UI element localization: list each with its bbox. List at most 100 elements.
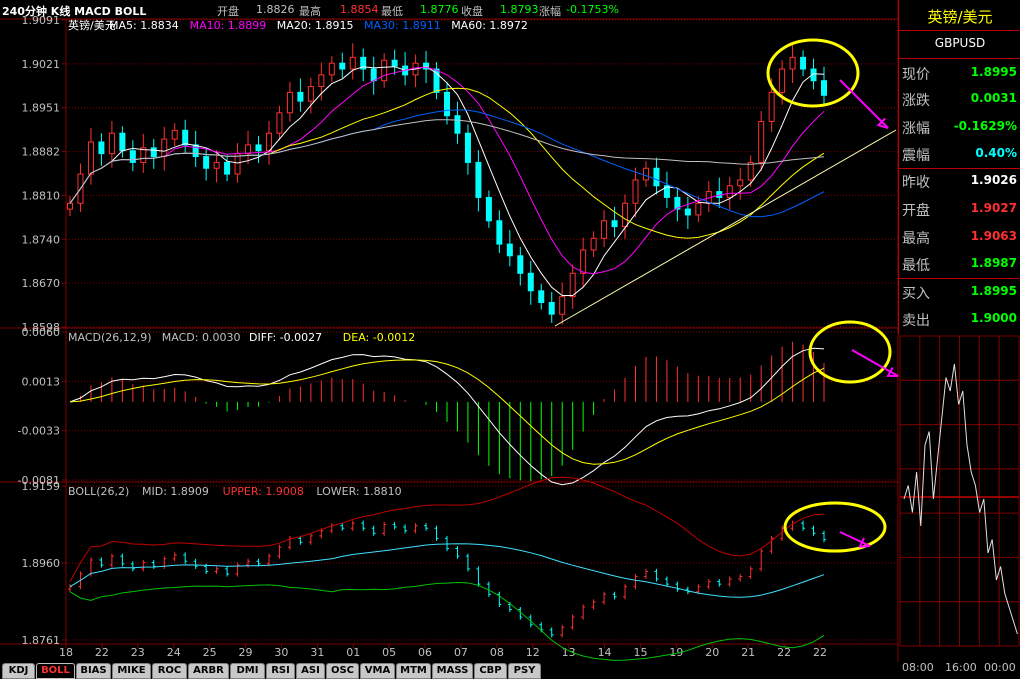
y-tick-label: 1.9021	[22, 58, 61, 71]
quote-label: 开盘	[902, 203, 930, 219]
candle-body	[318, 74, 325, 88]
candle-body	[726, 185, 733, 198]
mini-time-label: 00:00	[984, 661, 1016, 674]
change-label: 涨幅	[539, 5, 561, 18]
candle-body	[464, 132, 471, 163]
y-tick-label: 1.8670	[22, 277, 61, 290]
legend-item: MA10: 1.8899	[190, 19, 267, 32]
tab-arbr[interactable]: ARBR	[188, 663, 229, 679]
legend-item: DEA: -0.0012	[343, 331, 415, 344]
mini-time-label: 08:00	[902, 661, 934, 674]
candle-body	[370, 68, 377, 82]
tab-boll[interactable]: BOLL	[36, 663, 75, 679]
candle-body	[234, 153, 241, 175]
indicator-tabs: KDJ BOLL BIAS MIKE ROC ARBR DMI RSI ASI OSC VMA MTM…	[0, 662, 900, 679]
legend-item: MA60: 1.8972	[451, 19, 528, 32]
candle-body	[747, 161, 754, 181]
tab-asi[interactable]: ASI	[296, 663, 325, 679]
high-value: 1.8854	[340, 3, 379, 16]
tab-mass[interactable]: MASS	[432, 663, 473, 679]
candle-body	[224, 161, 231, 175]
legend-item: BOLL(26,2)	[68, 485, 129, 498]
quote-label: 涨跌	[902, 93, 930, 109]
tab-rsi[interactable]: RSI	[266, 663, 295, 679]
open-value: 1.8826	[256, 3, 295, 16]
tab-bias[interactable]: BIAS	[76, 663, 111, 679]
y-tick-label: 1.8740	[22, 233, 61, 246]
candle-body	[590, 237, 597, 251]
candle-body	[444, 91, 450, 117]
close-value: 1.8793	[500, 3, 539, 16]
candle-body	[150, 147, 157, 158]
candle-body	[768, 91, 775, 123]
legend-item: UPPER: 1.9008	[223, 485, 304, 498]
tab-dmi[interactable]: DMI	[230, 663, 265, 679]
candle-body	[538, 290, 545, 303]
quote-row: 卖出 1.9000	[899, 306, 1020, 332]
y-tick-label: 0.0013	[22, 375, 61, 388]
tab-mike[interactable]: MIKE	[112, 663, 151, 679]
legend-item: MA30: 1.8911	[364, 19, 441, 32]
candle-body	[506, 243, 513, 257]
tab-cbp[interactable]: CBP	[474, 663, 507, 679]
candle-body	[517, 255, 524, 274]
candle-body	[632, 179, 639, 204]
quote-row: 开盘 1.9027	[899, 196, 1020, 222]
candle-body	[255, 144, 262, 152]
chart-canvas: 1.90911.90211.89511.88821.88101.87401.86…	[0, 0, 1020, 674]
quote-label: 涨幅	[902, 121, 930, 137]
candle-body	[642, 167, 649, 181]
candle-body	[161, 138, 168, 158]
candle-body	[108, 132, 115, 155]
y-tick-label: 1.8761	[22, 634, 61, 647]
tab-kdj[interactable]: KDJ	[2, 663, 35, 679]
candle-body	[580, 249, 587, 274]
boll-mid-line	[69, 543, 825, 598]
candle-body	[245, 144, 252, 155]
quote-row: 买入 1.8995	[899, 279, 1020, 305]
quote-row: 最高 1.9063	[899, 224, 1020, 250]
quote-value: 1.8995	[970, 284, 1017, 298]
legend-item: LOWER: 1.8810	[316, 485, 401, 498]
candle-body	[821, 80, 827, 96]
candle-body	[737, 179, 744, 187]
low-label: 最低	[381, 5, 403, 18]
candle-body	[779, 68, 786, 93]
candle-body	[611, 220, 618, 228]
quote-label: 买入	[902, 286, 930, 302]
tab-osc[interactable]: OSC	[326, 663, 359, 679]
candle-body	[569, 272, 576, 298]
quote-row: 昨收 1.9026	[899, 168, 1020, 194]
legend-item: MID: 1.8909	[142, 485, 209, 498]
period-label: 240分钟 K线 MACD BOLL	[2, 5, 147, 18]
y-tick-label: -0.0033	[18, 425, 60, 438]
candle-body	[265, 132, 272, 152]
tab-mtm[interactable]: MTM	[396, 663, 431, 679]
tab-vma[interactable]: VMA	[360, 663, 395, 679]
quote-value: 1.9063	[970, 229, 1017, 243]
candle-body	[182, 129, 189, 146]
close-label: 收盘	[461, 5, 483, 18]
candle-body	[339, 62, 346, 70]
candle-body	[527, 272, 534, 292]
candle-body	[297, 91, 304, 102]
quote-label: 昨收	[902, 175, 930, 191]
quote-label: 卖出	[902, 313, 930, 329]
quote-value: 1.8987	[970, 256, 1017, 270]
mini-intraday-pane: 08:00 16:00 00:00	[899, 335, 1020, 674]
quote-panel: 英镑/美元 GBPUSD 现价 1.8995 涨跌 0.0031 涨幅 -0.1629% 震…	[898, 0, 1020, 334]
divider	[899, 30, 1020, 31]
quote-row: 最低 1.8987	[899, 251, 1020, 277]
low-value: 1.8776	[420, 3, 459, 16]
annotation-arrow	[839, 531, 871, 547]
annotation-arrow-head	[858, 537, 871, 548]
candle-body	[548, 301, 555, 315]
open-label: 开盘	[217, 5, 239, 18]
quote-value: 1.8995	[970, 65, 1017, 79]
annotation-circle	[808, 320, 892, 384]
candle-body	[328, 62, 335, 76]
tab-psy[interactable]: PSY	[508, 663, 541, 679]
mini-price-line	[903, 363, 1018, 635]
candle-body	[684, 208, 691, 216]
tab-roc[interactable]: ROC	[152, 663, 187, 679]
